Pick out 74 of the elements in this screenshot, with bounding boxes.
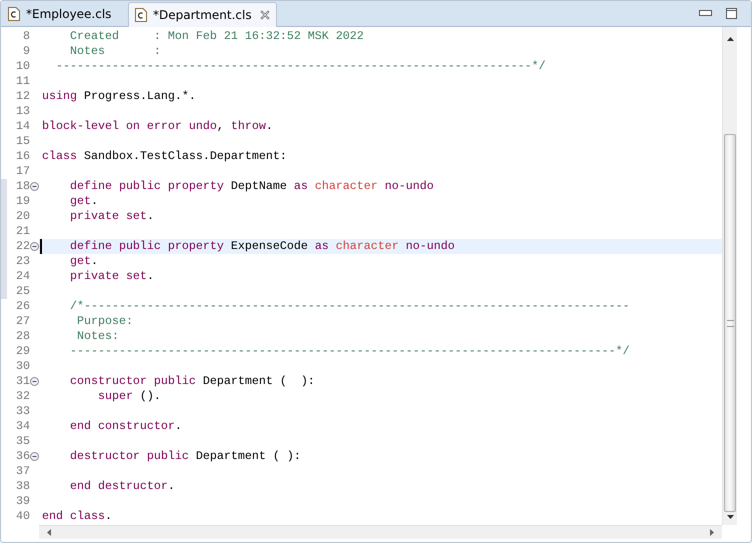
line-number: 24: [16, 269, 30, 284]
line-number: 34: [16, 419, 30, 434]
scroll-down-icon[interactable]: [726, 515, 734, 519]
collapse-icon[interactable]: [30, 242, 39, 251]
code-line: define public property DeptName as character no-undo: [68, 179, 434, 194]
line-number: 10: [16, 59, 30, 74]
line-number: 19: [16, 194, 30, 209]
text-cursor: [40, 239, 42, 254]
code-line: end constructor.: [68, 419, 182, 434]
line-number: 9: [23, 44, 30, 59]
line-number: 39: [16, 494, 30, 509]
line-number: 40: [16, 509, 30, 524]
scroll-up-icon[interactable]: [726, 37, 734, 41]
code-line: define public property ExpenseCode as character no-undo: [68, 239, 455, 254]
line-number: 12: [16, 89, 30, 104]
line-number: 29: [16, 344, 30, 359]
code-line: ------------------------------------------------------------------------------*/: [68, 344, 630, 359]
line-number: 11: [16, 74, 30, 89]
minimize-icon[interactable]: [699, 10, 712, 17]
code-line: private set.: [68, 209, 154, 224]
line-number: 30: [16, 359, 30, 374]
maximize-icon[interactable]: [726, 8, 737, 19]
line-number: 28: [16, 329, 30, 344]
scroll-right-icon[interactable]: [710, 529, 714, 536]
line-number: 15: [16, 134, 30, 149]
scroll-left-icon[interactable]: [47, 529, 51, 536]
code-line: end destructor.: [68, 479, 175, 494]
line-number: 18: [16, 179, 30, 194]
file-icon: [8, 7, 20, 21]
collapse-icon[interactable]: [30, 377, 39, 386]
code-line: constructor public Department ( ):: [68, 374, 315, 389]
code-line: using Progress.Lang.*.: [42, 89, 196, 104]
collapse-icon[interactable]: [30, 182, 39, 191]
file-icon: [135, 8, 147, 22]
line-number: 27: [16, 314, 30, 329]
code-line: Purpose:: [76, 314, 133, 329]
code-line: block-level on error undo, throw.: [42, 119, 273, 134]
code-line: Notes:: [76, 329, 119, 344]
close-icon[interactable]: [260, 10, 270, 20]
collapse-icon[interactable]: [30, 452, 39, 461]
line-number: 35: [16, 434, 30, 449]
code-line: class Sandbox.TestClass.Department:: [42, 149, 287, 164]
horizontal-scrollbar[interactable]: [39, 525, 722, 539]
line-number: 14: [16, 119, 30, 134]
line-number: 37: [16, 464, 30, 479]
line-number: 33: [16, 404, 30, 419]
line-number: 8: [23, 29, 30, 44]
line-number: 17: [16, 164, 30, 179]
line-number: 23: [16, 254, 30, 269]
code-line: /*------------------------------------------------------------------------------: [68, 299, 630, 314]
line-number: 22: [16, 239, 30, 254]
code-line: end class.: [42, 509, 112, 524]
code-line: Notes :: [68, 44, 161, 59]
vertical-scrollbar[interactable]: [722, 27, 737, 525]
code-line: get.: [68, 254, 98, 269]
editor-tab[interactable]: *Employee.cls: [2, 2, 126, 26]
editor-tab[interactable]: *Department.cls: [128, 2, 277, 27]
code-line: get.: [68, 194, 98, 209]
line-number: 32: [16, 389, 30, 404]
code-line: --------------------------------------------------------------------*/: [54, 59, 546, 74]
line-number: 20: [16, 209, 30, 224]
line-number: 36: [16, 449, 30, 464]
code-line: Created : Mon Feb 21 16:32:52 MSK 2022: [68, 29, 364, 44]
code-line: super ().: [96, 389, 161, 404]
line-number: 26: [16, 299, 30, 314]
line-number: 31: [16, 374, 30, 389]
line-number: 16: [16, 149, 30, 164]
line-number: 13: [16, 104, 30, 119]
code-line: private set.: [68, 269, 154, 284]
code-line: destructor public Department ( ):: [68, 449, 301, 464]
line-number: 21: [16, 224, 30, 239]
scrollbar-thumb[interactable]: [724, 134, 736, 512]
line-number: 38: [16, 479, 30, 494]
line-number: 25: [16, 284, 30, 299]
